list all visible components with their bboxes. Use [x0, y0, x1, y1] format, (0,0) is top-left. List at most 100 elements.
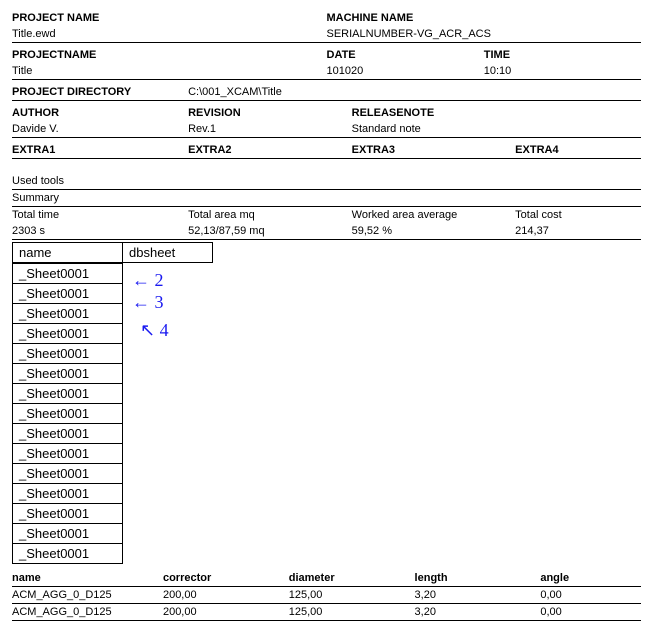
author-row-values: Davide V. Rev.1 Standard note — [12, 121, 641, 138]
table-row: _Sheet0001 — [13, 264, 123, 284]
sheet-db-header: dbsheet — [123, 243, 213, 263]
tools-length-header: length — [415, 572, 541, 584]
extra2-label: EXTRA2 — [188, 144, 352, 156]
total-area-label: Total area mq — [188, 209, 352, 221]
tools-cell-length: 3,20 — [415, 589, 541, 601]
used-tools-row: Used tools — [12, 173, 641, 190]
sheet-row-cell: _Sheet0001 — [13, 384, 123, 404]
annotation-2: ← 2 — [132, 270, 164, 291]
sheet-name-header: name — [13, 243, 123, 263]
time-label: TIME — [484, 49, 641, 61]
time-value: 10:10 — [484, 65, 641, 77]
table-row: _Sheet0001 — [13, 424, 123, 444]
annotation-3: ← 3 — [132, 292, 164, 313]
header-row-2-labels: PROJECTNAME DATE TIME — [12, 47, 641, 63]
table-row: _Sheet0001 — [13, 304, 123, 324]
sheet-row-cell: _Sheet0001 — [13, 424, 123, 444]
sheet-row-cell: _Sheet0001 — [13, 524, 123, 544]
total-cost-label: Total cost — [515, 209, 641, 221]
total-cost-value: 214,37 — [515, 225, 641, 237]
total-time-value: 2303 s — [12, 225, 188, 237]
sheet-row-cell: _Sheet0001 — [13, 364, 123, 384]
author-label: AUTHOR — [12, 107, 188, 119]
header-row-1-values: Title.ewd SERIALNUMBER-VG_ACR_ACS — [12, 26, 641, 43]
sheet-row-cell: _Sheet0001 — [13, 544, 123, 564]
date-label: DATE — [327, 49, 484, 61]
sheet-body-table: _Sheet0001_Sheet0001_Sheet0001_Sheet0001… — [12, 263, 123, 564]
machine-name-value: SERIALNUMBER-VG_ACR_ACS — [327, 28, 642, 40]
author-row-labels: AUTHOR REVISION RELEASENOTE — [12, 105, 641, 121]
extra4-label: EXTRA4 — [515, 144, 641, 156]
sheet-row-cell: _Sheet0001 — [13, 344, 123, 364]
table-row: _Sheet0001 — [13, 484, 123, 504]
extra-row: EXTRA1 EXTRA2 EXTRA3 EXTRA4 — [12, 142, 641, 159]
project-name-value: Title.ewd — [12, 28, 327, 40]
summary-headers: Total time Total area mq Worked area ave… — [12, 207, 641, 223]
extra3-label: EXTRA3 — [352, 144, 516, 156]
sheet-table-wrap: name dbsheet _Sheet0001_Sheet0001_Sheet0… — [12, 242, 641, 564]
tools-cell-corrector: 200,00 — [163, 606, 289, 618]
tools-cell-diameter: 125,00 — [289, 589, 415, 601]
tools-corrector-header: corrector — [163, 572, 289, 584]
releasenote-value: Standard note — [352, 123, 641, 135]
projectname2-label: PROJECTNAME — [12, 49, 327, 61]
sheet-row-cell: _Sheet0001 — [13, 324, 123, 344]
author-value: Davide V. — [12, 123, 188, 135]
project-dir-row: PROJECT DIRECTORY C:\001_XCAM\Title — [12, 84, 641, 101]
header-row-2-values: Title 101020 10:10 — [12, 63, 641, 80]
table-row: _Sheet0001 — [13, 344, 123, 364]
tools-cell-name: ACM_AGG_0_D125 — [12, 606, 163, 618]
project-dir-value: C:\001_XCAM\Title — [188, 86, 641, 98]
table-row: _Sheet0001 — [13, 284, 123, 304]
tools-name-header: name — [12, 572, 163, 584]
table-row: _Sheet0001 — [13, 524, 123, 544]
project-dir-label: PROJECT DIRECTORY — [12, 86, 188, 98]
tools-cell-name: ACM_AGG_0_D125 — [12, 589, 163, 601]
revision-label: REVISION — [188, 107, 352, 119]
tools-cell-angle: 0,00 — [540, 606, 641, 618]
table-row: _Sheet0001 — [13, 464, 123, 484]
sheet-row-cell: _Sheet0001 — [13, 464, 123, 484]
total-time-label: Total time — [12, 209, 188, 221]
sheet-row-cell: _Sheet0001 — [13, 304, 123, 324]
tools-cell-angle: 0,00 — [540, 589, 641, 601]
projectname2-value: Title — [12, 65, 327, 77]
header-row-1-labels: PROJECT NAME MACHINE NAME — [12, 10, 641, 26]
sheet-row-cell: _Sheet0001 — [13, 444, 123, 464]
worked-area-value: 59,52 % — [352, 225, 516, 237]
sheet-row-cell: _Sheet0001 — [13, 284, 123, 304]
machine-name-label: MACHINE NAME — [327, 12, 642, 24]
revision-value: Rev.1 — [188, 123, 352, 135]
total-area-value: 52,13/87,59 mq — [188, 225, 352, 237]
used-tools-label: Used tools — [12, 175, 641, 187]
tools-cell-length: 3,20 — [415, 606, 541, 618]
summary-label-row: Summary — [12, 190, 641, 207]
table-row: _Sheet0001 — [13, 364, 123, 384]
summary-values: 2303 s 52,13/87,59 mq 59,52 % 214,37 — [12, 223, 641, 240]
tools-diameter-header: diameter — [289, 572, 415, 584]
date-value: 101020 — [327, 65, 484, 77]
tools-row: ACM_AGG_0_D125200,00125,003,200,00 — [12, 604, 641, 621]
project-name-label: PROJECT NAME — [12, 12, 327, 24]
table-row: _Sheet0001 — [13, 384, 123, 404]
tools-row: ACM_AGG_0_D125200,00125,003,200,00 — [12, 587, 641, 604]
sheet-header-table: name dbsheet — [12, 242, 213, 263]
worked-area-label: Worked area average — [352, 209, 516, 221]
sheet-row-cell: _Sheet0001 — [13, 484, 123, 504]
table-row: _Sheet0001 — [13, 324, 123, 344]
sheet-row-cell: _Sheet0001 — [13, 504, 123, 524]
sheet-row-cell: _Sheet0001 — [13, 264, 123, 284]
tools-header-row: name corrector diameter length angle — [12, 570, 641, 587]
tools-angle-header: angle — [540, 572, 641, 584]
table-row: _Sheet0001 — [13, 544, 123, 564]
sheet-row-cell: _Sheet0001 — [13, 404, 123, 424]
tools-cell-diameter: 125,00 — [289, 606, 415, 618]
table-row: _Sheet0001 — [13, 504, 123, 524]
annotation-4: ↖ 4 — [140, 320, 169, 341]
tools-body: ACM_AGG_0_D125200,00125,003,200,00ACM_AG… — [12, 587, 641, 621]
releasenote-label: RELEASENOTE — [352, 107, 641, 119]
extra1-label: EXTRA1 — [12, 144, 188, 156]
table-row: _Sheet0001 — [13, 444, 123, 464]
tools-cell-corrector: 200,00 — [163, 589, 289, 601]
table-row: _Sheet0001 — [13, 404, 123, 424]
